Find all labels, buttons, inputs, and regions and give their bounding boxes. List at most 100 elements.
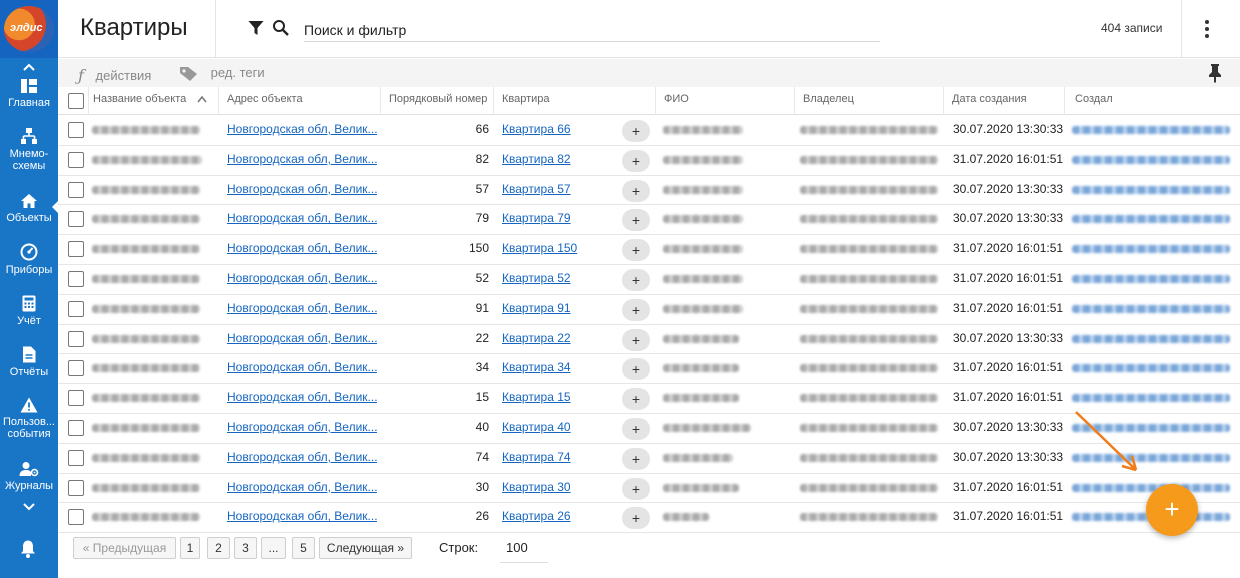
apartment-link[interactable]: Квартира 52 xyxy=(502,271,612,285)
object-address-link[interactable]: Новгородская обл, Велик... xyxy=(227,182,377,196)
row-checkbox[interactable] xyxy=(68,330,84,347)
table-row[interactable]: Новгородская обл, Велик... 82 Квартира 82 +… xyxy=(58,146,1240,176)
sidebar-item-home[interactable]: Главная xyxy=(0,78,58,109)
row-checkbox[interactable] xyxy=(68,360,84,377)
row-checkbox[interactable] xyxy=(68,479,84,496)
apartment-link[interactable]: Квартира 57 xyxy=(502,182,612,196)
col-header-apartment[interactable]: Квартира xyxy=(493,87,655,115)
add-apartment-button[interactable]: + xyxy=(622,209,650,232)
apartment-link[interactable]: Квартира 91 xyxy=(502,301,612,315)
redacted-creator-link[interactable] xyxy=(1072,155,1230,164)
col-header-owner[interactable]: Владелец xyxy=(794,87,943,115)
edit-tags-button[interactable]: ред. теги xyxy=(179,65,265,82)
table-row[interactable]: Новгородская обл, Велик... 150 Квартира 15… xyxy=(58,235,1240,265)
add-apartment-button[interactable]: + xyxy=(622,269,650,291)
table-row[interactable]: Новгородская обл, Велик... 66 Квартира 66 +… xyxy=(58,116,1240,146)
col-header-address[interactable]: Адрес объекта xyxy=(218,87,380,115)
table-row[interactable]: Новгородская обл, Велик... 22 Квартира 22 +… xyxy=(58,325,1240,355)
redacted-creator-link[interactable] xyxy=(1072,334,1230,343)
add-apartment-button[interactable]: + xyxy=(622,418,650,440)
page-button-1[interactable]: 1 xyxy=(180,537,200,559)
chevron-down-icon[interactable] xyxy=(0,500,58,514)
redacted-creator-link[interactable] xyxy=(1072,126,1230,134)
object-address-link[interactable]: Новгородская обл, Велик... xyxy=(227,360,377,374)
object-address-link[interactable]: Новгородская обл, Велик... xyxy=(227,152,377,166)
search-icon[interactable] xyxy=(272,19,290,42)
row-checkbox[interactable] xyxy=(68,271,84,287)
filter-icon[interactable] xyxy=(248,20,264,41)
sidebar-item-journals[interactable]: Журналы xyxy=(0,461,58,492)
redacted-creator-link[interactable] xyxy=(1072,364,1230,373)
object-address-link[interactable]: Новгородская обл, Велик... xyxy=(227,241,377,255)
table-row[interactable]: Новгородская обл, Велик... 30 Квартира 30 +… xyxy=(58,474,1240,504)
row-checkbox[interactable] xyxy=(68,300,84,317)
table-row[interactable]: Новгородская обл, Велик... 40 Квартира 40 +… xyxy=(58,414,1240,444)
table-row[interactable]: Новгородская обл, Велик... 74 Квартира 74 +… xyxy=(58,444,1240,474)
row-checkbox[interactable] xyxy=(68,122,84,138)
object-address-link[interactable]: Новгородская обл, Велик... xyxy=(227,301,377,315)
rows-per-page-select[interactable]: 100 xyxy=(500,533,548,563)
actions-button[interactable]: ƒ действия xyxy=(78,65,151,85)
redacted-creator-link[interactable] xyxy=(1072,185,1230,194)
bell-icon[interactable] xyxy=(19,539,37,564)
col-header-name[interactable]: Название объекта xyxy=(88,87,218,115)
chevron-up-icon[interactable] xyxy=(0,60,58,74)
add-apartment-button[interactable]: + xyxy=(622,358,650,381)
apartment-link[interactable]: Квартира 30 xyxy=(502,480,612,494)
col-header-created[interactable]: Дата создания xyxy=(943,87,1064,115)
row-checkbox[interactable] xyxy=(68,390,84,407)
apartment-link[interactable]: Квартира 40 xyxy=(502,420,612,434)
apartment-link[interactable]: Квартира 74 xyxy=(502,450,612,464)
page-button-3[interactable]: 3 xyxy=(234,537,257,559)
add-apartment-button[interactable]: + xyxy=(622,239,650,262)
col-header-number[interactable]: Порядковый номер xyxy=(380,87,493,115)
apartment-link[interactable]: Квартира 150 xyxy=(502,241,612,255)
object-address-link[interactable]: Новгородская обл, Велик... xyxy=(227,271,377,285)
table-row[interactable]: Новгородская обл, Велик... 52 Квартира 52 +… xyxy=(58,265,1240,295)
row-checkbox[interactable] xyxy=(68,509,84,526)
sidebar-item-mnemo[interactable]: Мнемо-схемы xyxy=(0,127,58,172)
object-address-link[interactable]: Новгородская обл, Велик... xyxy=(227,390,377,404)
next-page-button[interactable]: Следующая » xyxy=(319,537,412,559)
table-row[interactable]: Новгородская обл, Велик... 15 Квартира 15 +… xyxy=(58,384,1240,414)
sidebar-item-accounting[interactable]: Учёт xyxy=(0,295,58,327)
add-apartment-button[interactable]: + xyxy=(622,149,650,172)
object-address-link[interactable]: Новгородская обл, Велик... xyxy=(227,122,377,136)
redacted-creator-link[interactable] xyxy=(1072,394,1230,403)
row-checkbox[interactable] xyxy=(68,211,84,228)
select-all-checkbox[interactable] xyxy=(68,93,84,109)
page-button-2[interactable]: 2 xyxy=(207,537,230,559)
redacted-creator-link[interactable] xyxy=(1072,483,1230,492)
object-address-link[interactable]: Новгородская обл, Велик... xyxy=(227,211,377,225)
search-input[interactable] xyxy=(304,18,880,42)
apartment-link[interactable]: Квартира 15 xyxy=(502,390,612,404)
prev-page-button[interactable]: « Предыдущая xyxy=(73,537,176,559)
add-apartment-button[interactable]: + xyxy=(622,477,650,500)
row-checkbox[interactable] xyxy=(68,151,84,168)
col-header-fio[interactable]: ФИО xyxy=(655,87,794,115)
redacted-creator-link[interactable] xyxy=(1072,215,1230,224)
apartment-link[interactable]: Квартира 82 xyxy=(502,152,612,166)
table-row[interactable]: Новгородская обл, Велик... 79 Квартира 79 +… xyxy=(58,205,1240,236)
table-row[interactable]: Новгородская обл, Велик... 34 Квартира 34 +… xyxy=(58,354,1240,385)
apartment-link[interactable]: Квартира 34 xyxy=(502,360,612,374)
app-logo[interactable]: элдис xyxy=(0,0,58,58)
row-checkbox[interactable] xyxy=(68,241,84,258)
col-header-creator[interactable]: Создал xyxy=(1064,87,1240,115)
add-apartment-button[interactable]: + xyxy=(622,328,650,351)
add-apartment-button[interactable]: + xyxy=(622,447,650,470)
sidebar-item-objects[interactable]: Объекты xyxy=(0,193,58,224)
redacted-creator-link[interactable] xyxy=(1072,245,1230,254)
row-checkbox[interactable] xyxy=(68,449,84,466)
row-checkbox[interactable] xyxy=(68,420,84,436)
sidebar-item-reports[interactable]: Отчёты xyxy=(0,346,58,378)
add-apartment-button[interactable]: + xyxy=(622,179,650,202)
add-apartment-button[interactable]: + xyxy=(622,298,650,321)
object-address-link[interactable]: Новгородская обл, Велик... xyxy=(227,480,377,494)
table-row[interactable]: Новгородская обл, Велик... 26 Квартира 26 +… xyxy=(58,503,1240,534)
pin-icon[interactable] xyxy=(1208,63,1222,88)
add-apartment-button[interactable]: + xyxy=(622,507,650,530)
add-apartment-button[interactable]: + xyxy=(622,388,650,411)
table-row[interactable]: Новгородская обл, Велик... 91 Квартира 91 +… xyxy=(58,295,1240,325)
object-address-link[interactable]: Новгородская обл, Велик... xyxy=(227,450,377,464)
